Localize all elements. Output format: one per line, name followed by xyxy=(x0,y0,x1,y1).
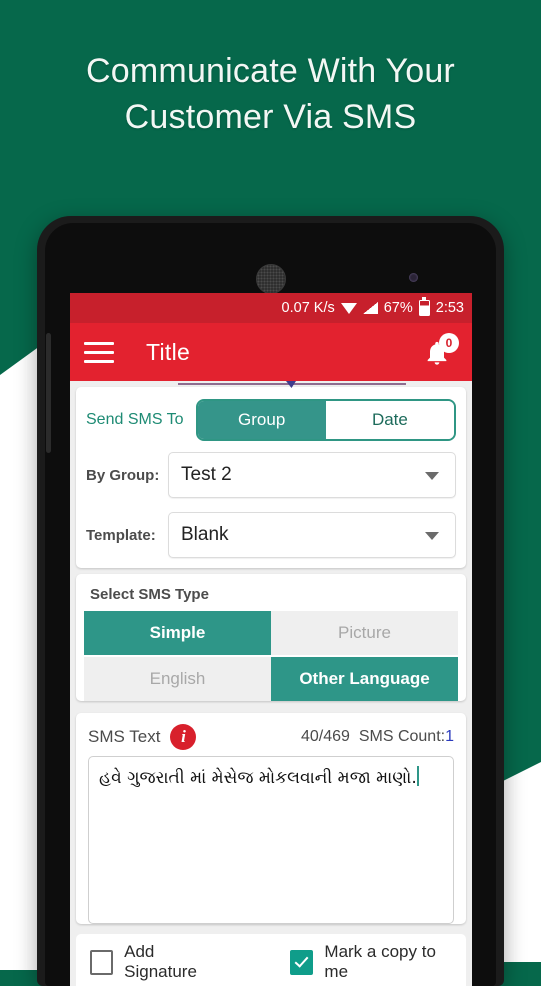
template-row: Template: Blank xyxy=(76,505,466,568)
wifi-icon xyxy=(340,302,357,314)
screen-content: Send SMS To Group Date By Group: Test 2 xyxy=(70,381,472,986)
send-to-segmented-control: Group Date xyxy=(195,399,456,441)
send-sms-to-label: Send SMS To xyxy=(86,411,184,428)
by-group-row: By Group: Test 2 xyxy=(76,445,466,505)
chevron-down-icon xyxy=(425,532,439,540)
status-bar: 0.07 K/s 67% 2:53 xyxy=(70,293,472,323)
options-row: Add Signature Mark a copy to me xyxy=(76,934,466,986)
sms-message-text: હવે ગુજરાતી માં મેસેજ મોકલવાની મજા માણો. xyxy=(99,768,417,788)
sms-count-value: 1 xyxy=(445,728,454,745)
promo-headline: Communicate With Your Customer Via SMS xyxy=(0,48,541,140)
char-counter: 40/469 xyxy=(301,728,350,745)
add-signature-checkbox[interactable] xyxy=(90,949,114,975)
by-group-value: Test 2 xyxy=(181,464,232,485)
front-camera-icon xyxy=(409,273,418,282)
template-select[interactable]: Blank xyxy=(168,512,456,558)
phone-device-frame: 0.07 K/s 67% 2:53 Title 0 Send SMS To Gr… xyxy=(37,216,504,986)
sms-lang-other[interactable]: Other Language xyxy=(271,657,458,701)
sms-type-picture[interactable]: Picture xyxy=(271,611,458,655)
signal-icon xyxy=(362,302,378,314)
headline-line-2: Customer Via SMS xyxy=(124,98,417,136)
by-group-label: By Group: xyxy=(86,466,160,484)
cut-off-control-above xyxy=(178,381,406,388)
mark-copy-label: Mark a copy to me xyxy=(324,942,436,981)
segment-date[interactable]: Date xyxy=(325,401,454,439)
send-sms-to-card: Send SMS To Group Date By Group: Test 2 xyxy=(76,387,466,568)
mark-copy-option[interactable]: Mark a copy to me xyxy=(290,942,452,982)
earpiece-speaker-icon xyxy=(255,264,286,294)
template-value: Blank xyxy=(181,524,229,545)
by-group-select[interactable]: Test 2 xyxy=(168,452,456,498)
sms-count-label: SMS Count: xyxy=(358,728,446,745)
sms-type-row-1: Simple Picture xyxy=(84,611,458,655)
info-icon[interactable]: i xyxy=(170,724,197,750)
send-sms-to-row: Send SMS To Group Date xyxy=(76,387,466,445)
sms-lang-english[interactable]: English xyxy=(84,657,271,701)
clock-text: 2:53 xyxy=(435,300,464,316)
template-label: Template: xyxy=(86,526,156,544)
sms-text-header: SMS Text i 40/469 SMS Count:1 xyxy=(76,713,466,756)
chevron-down-icon xyxy=(425,472,439,480)
phone-side-button xyxy=(46,333,51,453)
sms-type-row-2: English Other Language xyxy=(84,657,458,701)
sms-type-title: Select SMS Type xyxy=(90,586,209,603)
sms-text-card: SMS Text i 40/469 SMS Count:1 હવે ગુજરાત… xyxy=(76,713,466,924)
battery-icon xyxy=(418,297,430,316)
add-signature-label: Add Signature xyxy=(124,942,197,981)
notification-badge: 0 xyxy=(439,333,459,353)
notification-button[interactable]: 0 xyxy=(420,333,459,369)
page-title: Title xyxy=(146,338,191,365)
segment-group[interactable]: Group xyxy=(197,401,326,439)
mark-copy-checkbox[interactable] xyxy=(290,949,314,975)
data-rate-text: 0.07 K/s xyxy=(281,300,335,316)
sms-counter: 40/469 SMS Count:1 xyxy=(301,728,454,746)
text-cursor xyxy=(416,766,419,786)
battery-percent-text: 67% xyxy=(383,300,413,316)
add-signature-option[interactable]: Add Signature xyxy=(90,942,222,982)
sms-type-simple[interactable]: Simple xyxy=(84,611,271,655)
hamburger-menu-icon[interactable] xyxy=(84,341,114,363)
phone-bezel: 0.07 K/s 67% 2:53 Title 0 Send SMS To Gr… xyxy=(45,223,496,986)
phone-screen: 0.07 K/s 67% 2:53 Title 0 Send SMS To Gr… xyxy=(70,293,472,986)
sms-text-label: SMS Text xyxy=(88,727,161,746)
sms-type-card: Select SMS Type Simple Picture English O… xyxy=(76,574,466,701)
app-bar: Title 0 xyxy=(70,323,472,381)
headline-line-1: Communicate With Your xyxy=(86,52,455,90)
sms-text-input[interactable]: હવે ગુજરાતી માં મેસેજ મોકલવાની મજા માણો. xyxy=(88,756,454,924)
